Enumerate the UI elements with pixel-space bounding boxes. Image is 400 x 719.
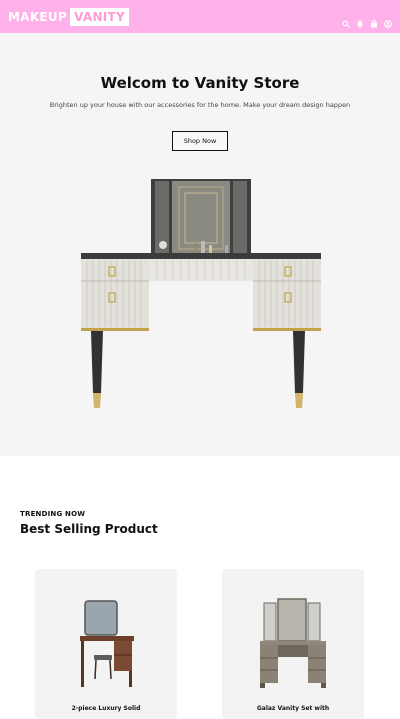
section-heading: Best Selling Product (20, 522, 158, 536)
bag-icon[interactable] (370, 13, 378, 28)
hero-title: Welcom to Vanity Store (100, 74, 300, 92)
bell-icon[interactable] (356, 13, 364, 28)
hero-banner: Welcom to Vanity Store Brighten up your … (0, 33, 400, 456)
product-card[interactable]: 2-piece Luxury Solid (35, 569, 177, 719)
section-eyebrow: TRENDING NOW (20, 510, 86, 518)
search-icon[interactable] (342, 13, 350, 28)
site-logo[interactable]: MAKEUP VANITY (8, 7, 130, 26)
product-card[interactable]: Galaz Vanity Set with (222, 569, 364, 719)
user-icon[interactable] (384, 13, 392, 28)
nav-icons (342, 13, 392, 28)
top-nav-bar: MAKEUP VANITY (0, 0, 400, 33)
vanity-table-image (81, 179, 321, 408)
logo-makeup: MAKEUP (8, 9, 68, 24)
product-image (80, 600, 134, 687)
logo-vanity: VANITY (70, 7, 130, 26)
hero-subtitle: Brighten up your house with our accessor… (49, 101, 351, 109)
product-image (260, 598, 326, 688)
shop-now-button[interactable]: Shop Now (172, 131, 228, 151)
